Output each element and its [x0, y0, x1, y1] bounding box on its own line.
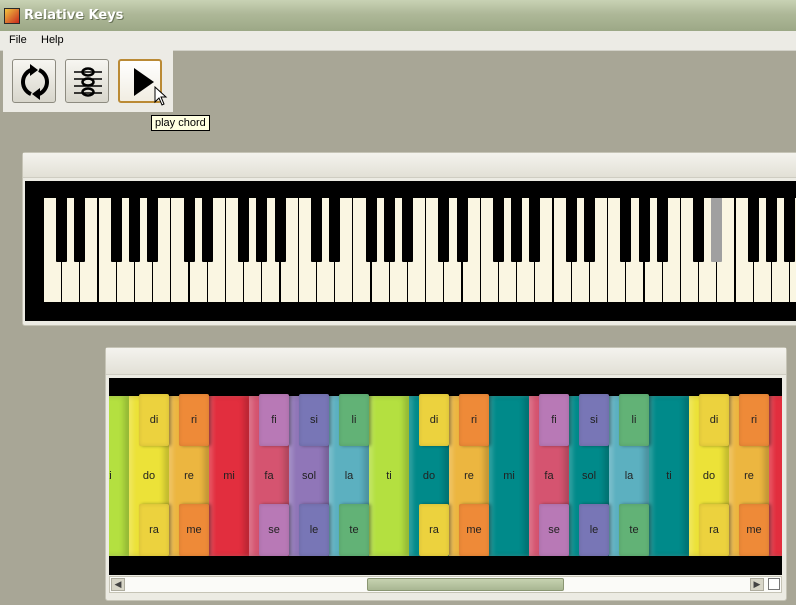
- sharp-tile-ri[interactable]: ri: [459, 394, 489, 446]
- flat-tile-se[interactable]: se: [539, 504, 569, 556]
- flat-tile-te[interactable]: te: [339, 504, 369, 556]
- sharp-tile-ri[interactable]: ri: [739, 394, 769, 446]
- black-key[interactable]: [511, 198, 523, 262]
- horizontal-scrollbar[interactable]: ◀ ▶: [109, 576, 782, 593]
- black-key[interactable]: [438, 198, 450, 262]
- black-key[interactable]: [365, 198, 377, 262]
- black-key[interactable]: [620, 198, 632, 262]
- scroll-left-arrow-icon[interactable]: ◀: [111, 578, 125, 591]
- black-key[interactable]: [329, 198, 341, 262]
- flat-tile-ra[interactable]: ra: [699, 504, 729, 556]
- black-key[interactable]: [256, 198, 268, 262]
- solfege-tile-mi[interactable]: mi: [489, 396, 529, 556]
- flat-tile-ra[interactable]: ra: [139, 504, 169, 556]
- flat-tile-te[interactable]: te: [619, 504, 649, 556]
- solfege-tile-ti[interactable]: ti: [649, 396, 689, 556]
- black-key[interactable]: [311, 198, 322, 262]
- toolbar: [3, 50, 173, 112]
- solfege-panel: tidoremifasollatidoremifasollatidorediri…: [105, 347, 787, 601]
- sharp-tile-di[interactable]: di: [699, 394, 729, 446]
- mouse-pointer-icon: [154, 86, 168, 106]
- black-key[interactable]: [493, 198, 504, 262]
- menu-bar: File Help: [0, 31, 796, 51]
- sharp-tile-di[interactable]: di: [139, 394, 169, 446]
- black-key[interactable]: [784, 198, 796, 262]
- app-icon: [4, 8, 20, 24]
- black-key[interactable]: [110, 198, 122, 262]
- black-key[interactable]: [383, 198, 395, 262]
- flat-tile-se[interactable]: se: [259, 504, 289, 556]
- piano-frame: [25, 181, 796, 321]
- cycle-arrows-icon: [21, 64, 49, 100]
- black-key[interactable]: [638, 198, 650, 262]
- black-key[interactable]: [147, 198, 159, 262]
- scroll-right-arrow-icon[interactable]: ▶: [750, 578, 764, 591]
- sharp-tile-fi[interactable]: fi: [539, 394, 569, 446]
- window-title: Relative Keys: [24, 8, 124, 23]
- resize-corner[interactable]: [768, 578, 780, 590]
- black-key[interactable]: [56, 198, 68, 262]
- menu-help[interactable]: Help: [41, 34, 64, 46]
- black-key[interactable]: [766, 198, 777, 262]
- black-key[interactable]: [565, 198, 577, 262]
- keyboard-panel: [22, 152, 796, 326]
- solfege-panel-header: [106, 348, 786, 375]
- black-key[interactable]: [529, 198, 541, 262]
- sharp-tile-si[interactable]: si: [579, 394, 609, 446]
- black-key[interactable]: [584, 198, 595, 262]
- black-key[interactable]: [183, 198, 195, 262]
- flat-tile-me[interactable]: me: [739, 504, 769, 556]
- black-key[interactable]: [711, 198, 723, 262]
- refresh-button[interactable]: [12, 59, 56, 103]
- solfege-tile-mi[interactable]: mi: [209, 396, 249, 556]
- solfege-tile-ti[interactable]: ti: [369, 396, 409, 556]
- flat-tile-le[interactable]: le: [579, 504, 609, 556]
- black-key[interactable]: [129, 198, 140, 262]
- flat-tile-me[interactable]: me: [179, 504, 209, 556]
- sharp-tile-di[interactable]: di: [419, 394, 449, 446]
- sharp-tile-li[interactable]: li: [339, 394, 369, 446]
- sharp-tile-si[interactable]: si: [299, 394, 329, 446]
- flat-tile-ra[interactable]: ra: [419, 504, 449, 556]
- solfege-board: tidoremifasollatidoremifasollatidorediri…: [109, 378, 782, 575]
- black-key[interactable]: [656, 198, 668, 262]
- keyboard-panel-header: [23, 153, 796, 178]
- black-key[interactable]: [402, 198, 413, 262]
- sharp-tile-ri[interactable]: ri: [179, 394, 209, 446]
- tooltip: play chord: [151, 115, 210, 131]
- title-bar: Relative Keys: [0, 0, 796, 32]
- black-key[interactable]: [274, 198, 286, 262]
- black-key[interactable]: [201, 198, 213, 262]
- stacked-notes-icon: [74, 67, 102, 97]
- scrollbar-thumb[interactable]: [367, 578, 564, 591]
- black-key[interactable]: [74, 198, 86, 262]
- black-key[interactable]: [238, 198, 250, 262]
- black-key[interactable]: [693, 198, 705, 262]
- chord-button[interactable]: [65, 59, 109, 103]
- solfege-tile-partial[interactable]: [769, 396, 782, 556]
- black-key[interactable]: [456, 198, 468, 262]
- sharp-tile-li[interactable]: li: [619, 394, 649, 446]
- flat-tile-le[interactable]: le: [299, 504, 329, 556]
- sharp-tile-fi[interactable]: fi: [259, 394, 289, 446]
- piano-keyboard[interactable]: [44, 198, 796, 304]
- solfege-tile-ti[interactable]: ti: [109, 396, 129, 556]
- black-key[interactable]: [747, 198, 759, 262]
- menu-file[interactable]: File: [9, 34, 27, 46]
- flat-tile-me[interactable]: me: [459, 504, 489, 556]
